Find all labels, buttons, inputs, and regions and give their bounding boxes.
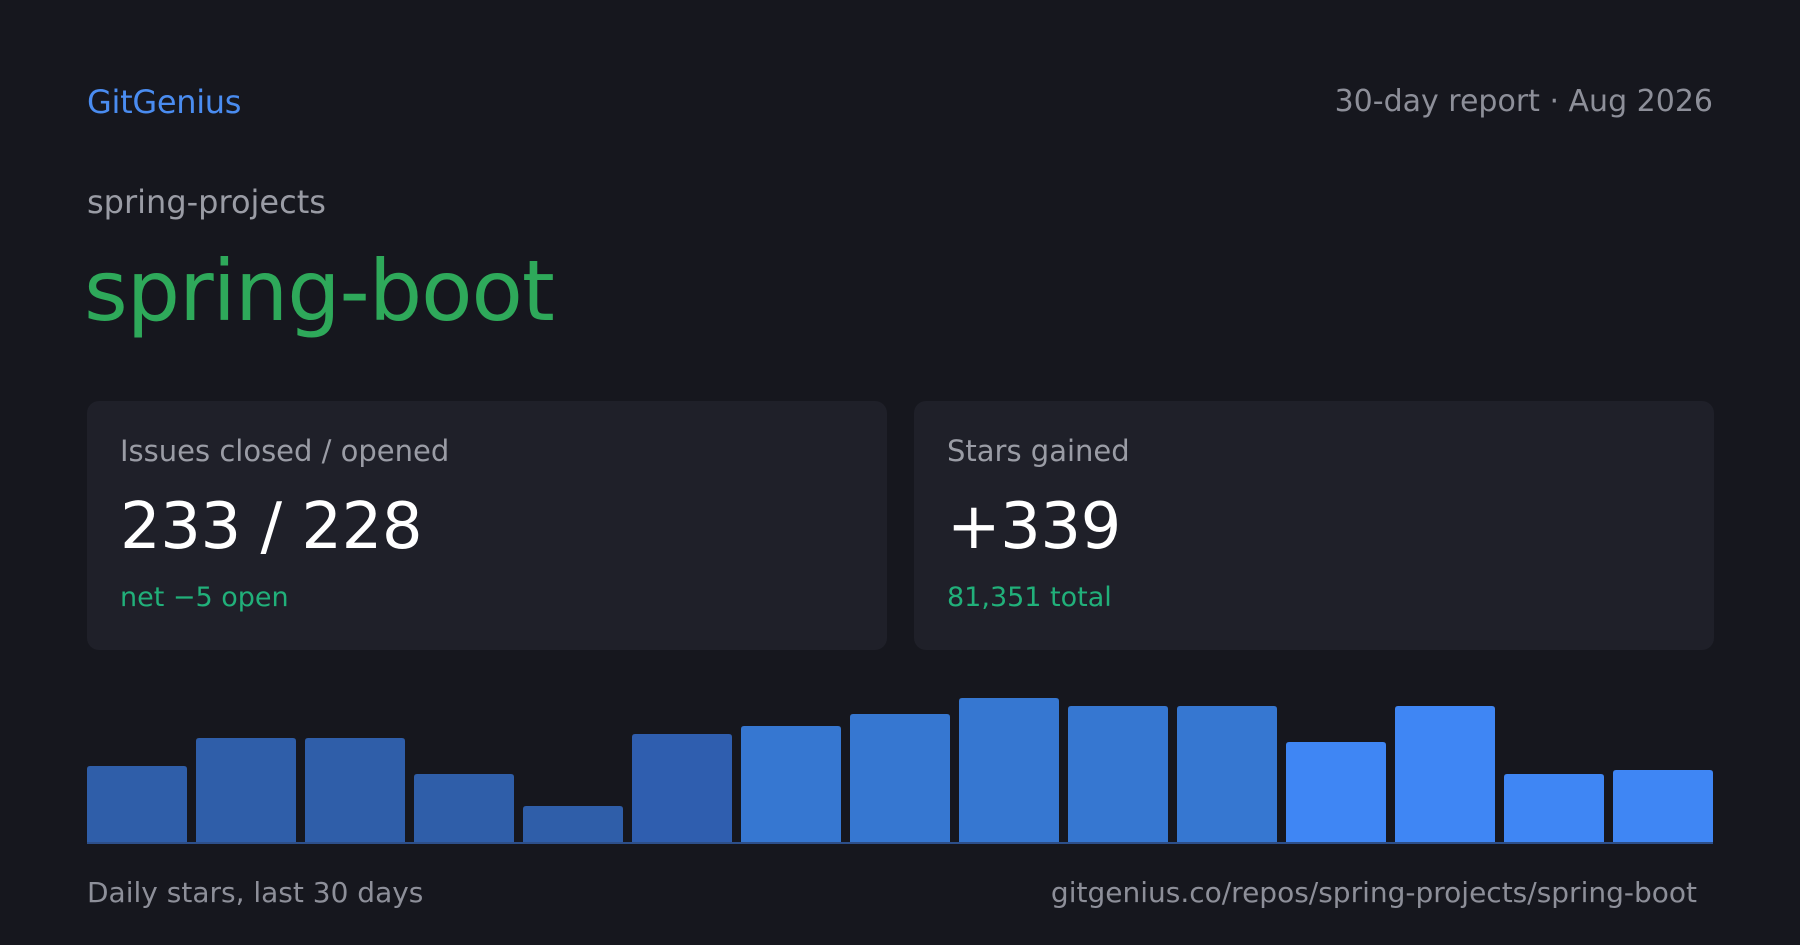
chart-bar [850, 714, 950, 842]
chart-bar [1395, 706, 1495, 842]
report-period-label: 30-day report · Aug 2026 [1334, 84, 1713, 119]
issues-card-net: net −5 open [120, 582, 289, 613]
chart-bar [414, 774, 514, 842]
chart-bar [1068, 706, 1168, 842]
chart-bar [87, 766, 187, 842]
repo-owner[interactable]: spring-projects [87, 182, 326, 222]
repo-url[interactable]: gitgenius.co/repos/spring-projects/sprin… [1051, 875, 1697, 911]
chart-bar [1613, 770, 1713, 842]
stars-card-total: 81,351 total [947, 582, 1112, 613]
issues-card: Issues closed / opened 233 / 228 net −5 … [87, 401, 887, 650]
chart-bar [1504, 774, 1604, 842]
chart-bar [196, 738, 296, 842]
stars-card-label: Stars gained [947, 434, 1130, 468]
chart-bar [1286, 742, 1386, 842]
chart-bar [1177, 706, 1277, 842]
chart-bar [523, 806, 623, 842]
issues-card-value: 233 / 228 [120, 490, 423, 564]
chart-bar [632, 734, 732, 842]
chart-baseline [87, 842, 1713, 844]
daily-stars-chart [87, 698, 1713, 844]
chart-bar [305, 738, 405, 842]
chart-caption: Daily stars, last 30 days [87, 876, 424, 909]
repo-name[interactable]: spring-boot [84, 236, 555, 346]
brand-logo[interactable]: GitGenius [87, 82, 241, 122]
chart-bar [959, 698, 1059, 842]
stars-card-value: +339 [947, 490, 1121, 564]
chart-bar [741, 726, 841, 842]
stars-card: Stars gained +339 81,351 total [914, 401, 1714, 650]
issues-card-label: Issues closed / opened [120, 434, 450, 468]
